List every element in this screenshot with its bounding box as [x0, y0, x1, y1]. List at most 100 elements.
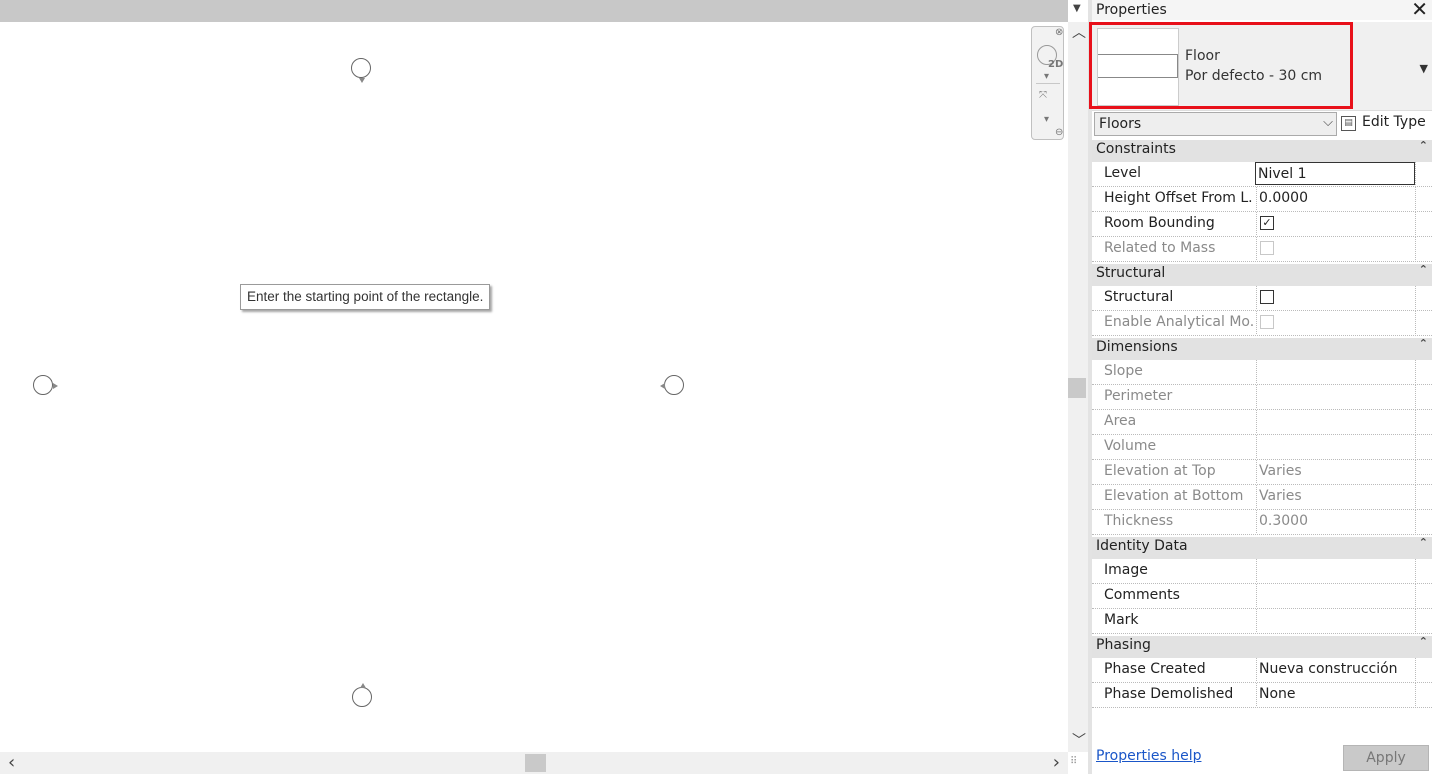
elevation-bottom-cell: Varies: [1256, 485, 1416, 508]
property-row-structural[interactable]: Structural: [1092, 286, 1432, 311]
palette-menu-arrow-icon[interactable]: ▼: [1073, 3, 1081, 14]
property-value: Varies: [1259, 463, 1302, 479]
row-end-divider: [1415, 385, 1417, 408]
collapse-icon[interactable]: ⌃: [1419, 139, 1428, 152]
property-row-room-bounding[interactable]: Room Bounding ✓: [1092, 212, 1432, 237]
collapse-icon[interactable]: ⌃: [1419, 263, 1428, 276]
property-row-slope: Slope: [1092, 360, 1432, 385]
group-header-constraints[interactable]: Constraints ⌃: [1092, 139, 1432, 162]
property-row-phase-created[interactable]: Phase Created Nueva construcción: [1092, 658, 1432, 683]
row-end-divider: [1415, 510, 1417, 533]
property-row-comments[interactable]: Comments: [1092, 584, 1432, 609]
property-row-volume: Volume: [1092, 435, 1432, 460]
group-header-structural[interactable]: Structural ⌃: [1092, 263, 1432, 286]
group-label: Dimensions: [1096, 339, 1178, 355]
row-end-divider: [1415, 311, 1417, 334]
scroll-down-icon[interactable]: ﹀: [1072, 730, 1086, 750]
row-end-divider: [1415, 584, 1417, 607]
vertical-scrollbar[interactable]: ︿ ﹀: [1068, 22, 1088, 752]
row-end-divider: [1415, 212, 1417, 235]
property-row-image[interactable]: Image: [1092, 559, 1432, 584]
drawing-canvas[interactable]: Enter the starting point of the rectangl…: [0, 0, 1068, 774]
phase-demolished-field[interactable]: None: [1256, 683, 1416, 706]
category-filter-value: Floors: [1099, 116, 1142, 132]
related-to-mass-cell: [1256, 237, 1416, 260]
group-header-identity-data[interactable]: Identity Data ⌃: [1092, 536, 1432, 559]
property-name: Comments: [1104, 587, 1180, 603]
zoom-region-icon[interactable]: ⤧: [1039, 91, 1047, 101]
row-end-divider: [1415, 286, 1417, 309]
property-row-area: Area: [1092, 410, 1432, 435]
elevation-marker-east-icon[interactable]: [660, 375, 684, 395]
room-bounding-checkbox[interactable]: ✓: [1260, 216, 1274, 230]
collapse-icon[interactable]: ⌃: [1419, 635, 1428, 648]
area-cell: [1256, 410, 1416, 433]
properties-titlebar[interactable]: ▼ Properties ✕: [1073, 0, 1432, 21]
property-name: Related to Mass: [1104, 240, 1216, 256]
property-name: Room Bounding: [1104, 215, 1215, 231]
property-row-thickness: Thickness 0.3000: [1092, 510, 1432, 535]
type-selector[interactable]: Floor Por defecto - 30 cm ▼: [1089, 22, 1432, 111]
height-offset-field[interactable]: 0.0000: [1256, 187, 1416, 210]
chevron-down-icon[interactable]: ⌵: [1323, 115, 1333, 130]
property-name: Perimeter: [1104, 388, 1173, 404]
zoom-dropdown-arrow-icon[interactable]: ▾: [1044, 115, 1049, 125]
properties-footer: Properties help Apply: [1092, 740, 1432, 774]
property-name: Elevation at Top: [1104, 463, 1216, 479]
structural-checkbox[interactable]: [1260, 290, 1274, 304]
instance-properties-grid: Constraints ⌃ Level Nivel 1 Height Offse…: [1092, 139, 1432, 708]
resize-grip-icon[interactable]: ⠿: [1070, 756, 1077, 767]
property-value: Nivel 1: [1258, 166, 1307, 182]
level-value-field[interactable]: Nivel 1: [1255, 162, 1415, 185]
scroll-up-icon[interactable]: ︿: [1072, 22, 1086, 42]
properties-title: Properties: [1096, 2, 1167, 18]
volume-cell: [1256, 435, 1416, 458]
property-name: Height Offset From L...: [1104, 190, 1254, 206]
property-row-mark[interactable]: Mark: [1092, 609, 1432, 634]
phase-created-field[interactable]: Nueva construcción: [1256, 658, 1416, 681]
collapse-icon[interactable]: ⌃: [1419, 337, 1428, 350]
property-name: Level: [1104, 165, 1141, 181]
collapse-icon[interactable]: ⌃: [1419, 536, 1428, 549]
comments-field[interactable]: [1256, 584, 1416, 607]
row-end-divider: [1415, 559, 1417, 582]
property-row-elevation-top: Elevation at Top Varies: [1092, 460, 1432, 485]
wheel-dropdown-arrow-icon[interactable]: ▾: [1044, 72, 1049, 82]
enable-analytical-cell: [1256, 311, 1416, 334]
apply-button[interactable]: Apply: [1343, 745, 1429, 771]
property-row-perimeter: Perimeter: [1092, 385, 1432, 410]
navbar-grip-icon[interactable]: ⊖: [1055, 128, 1063, 138]
property-row-level[interactable]: Level Nivel 1: [1092, 162, 1432, 187]
thickness-cell: 0.3000: [1256, 510, 1416, 533]
property-name: Volume: [1104, 438, 1157, 454]
edit-type-icon: ▤: [1341, 116, 1356, 131]
horizontal-scrollbar[interactable]: ‹ ›: [0, 752, 1068, 774]
horizontal-scroll-thumb[interactable]: [525, 754, 546, 772]
properties-help-link[interactable]: Properties help: [1096, 748, 1201, 764]
row-end-divider: [1415, 435, 1417, 458]
property-row-height-offset[interactable]: Height Offset From L... 0.0000: [1092, 187, 1432, 212]
image-field[interactable]: [1256, 559, 1416, 582]
row-end-divider: [1415, 237, 1417, 260]
group-header-dimensions[interactable]: Dimensions ⌃: [1092, 337, 1432, 360]
scroll-left-icon[interactable]: ‹: [8, 752, 15, 774]
status-tooltip: Enter the starting point of the rectangl…: [240, 284, 491, 310]
perimeter-cell: [1256, 385, 1416, 408]
category-row: Floors ⌵ ▤ Edit Type: [1092, 112, 1432, 138]
related-to-mass-checkbox: [1260, 241, 1274, 255]
elevation-marker-south-icon[interactable]: [352, 683, 372, 707]
property-name: Phase Created: [1104, 661, 1206, 677]
elevation-marker-north-icon[interactable]: [351, 58, 371, 83]
scroll-right-icon[interactable]: ›: [1053, 752, 1060, 774]
navigation-bar[interactable]: ⊗ 2D ▾ ⤧ ▾ ⊖: [1031, 26, 1064, 140]
property-row-phase-demolished[interactable]: Phase Demolished None: [1092, 683, 1432, 708]
type-dropdown-arrow-icon[interactable]: ▼: [1420, 62, 1428, 75]
group-header-phasing[interactable]: Phasing ⌃: [1092, 635, 1432, 658]
property-row-enable-analytical: Enable Analytical Mo...: [1092, 311, 1432, 336]
elevation-marker-west-icon[interactable]: [33, 375, 58, 395]
close-icon[interactable]: ✕: [1411, 0, 1428, 21]
vertical-scroll-thumb[interactable]: [1068, 378, 1086, 398]
navbar-close-icon[interactable]: ⊗: [1055, 28, 1063, 38]
category-filter-select[interactable]: Floors ⌵: [1094, 112, 1337, 136]
mark-field[interactable]: [1256, 609, 1416, 632]
